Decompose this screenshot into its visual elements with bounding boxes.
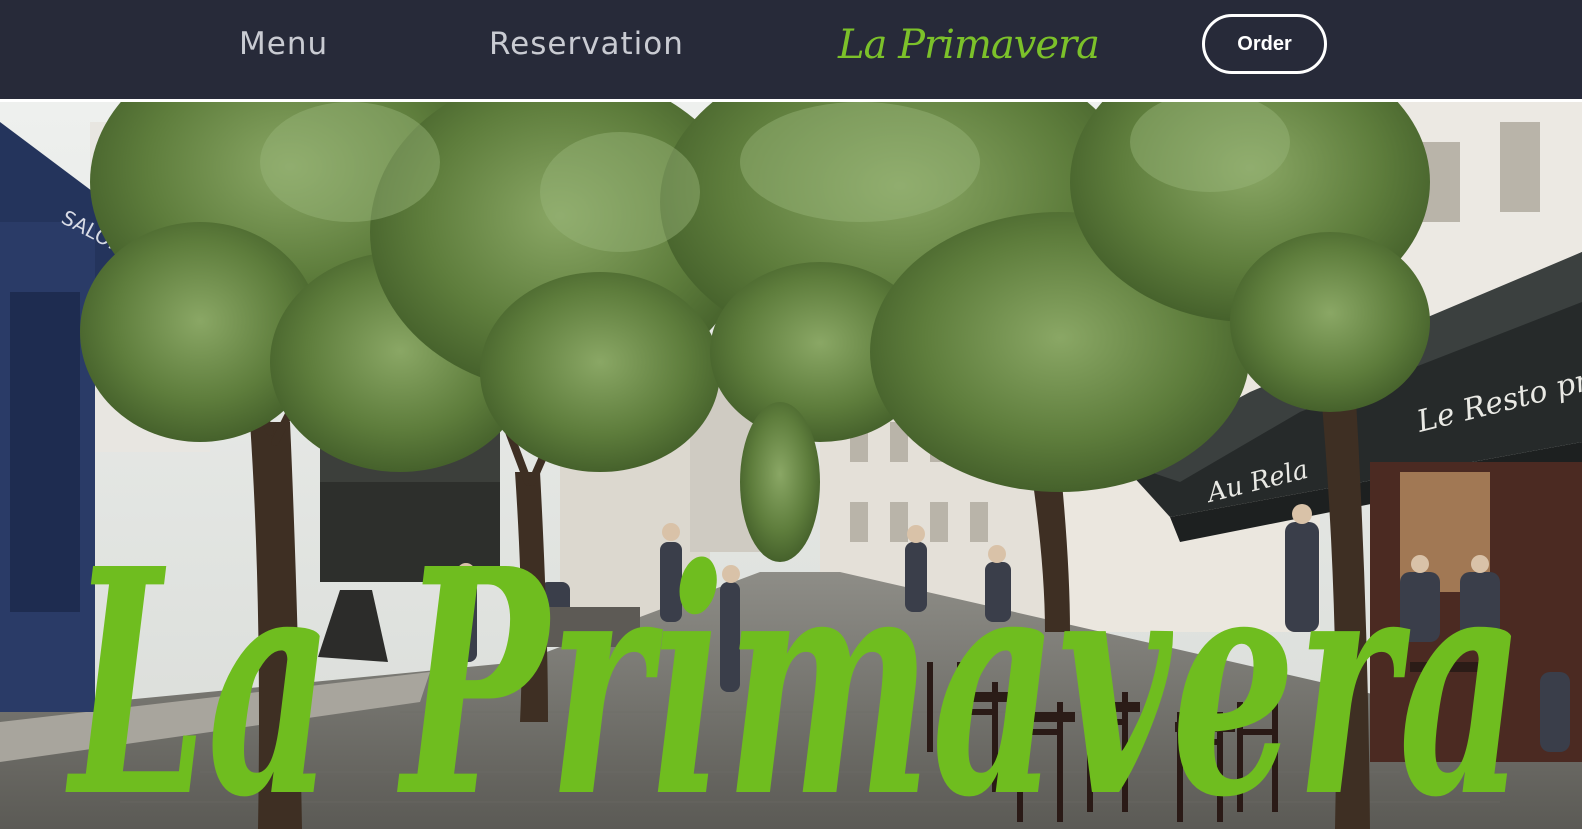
hero-title: La Primavera — [64, 502, 1525, 829]
nav-reservation-link[interactable]: Reservation — [489, 22, 684, 66]
order-button[interactable]: Order — [1202, 14, 1327, 74]
brand-logo[interactable]: La Primavera — [838, 10, 1100, 80]
top-navigation-bar: Menu Reservation La Primavera Order — [0, 0, 1582, 99]
hero-banner: SALON DE THÉ Le Resto pr Au Rela — [0, 102, 1582, 829]
hero-title-wrapper: La Primavera — [64, 502, 1525, 829]
nav-menu-link[interactable]: Menu — [239, 22, 328, 66]
